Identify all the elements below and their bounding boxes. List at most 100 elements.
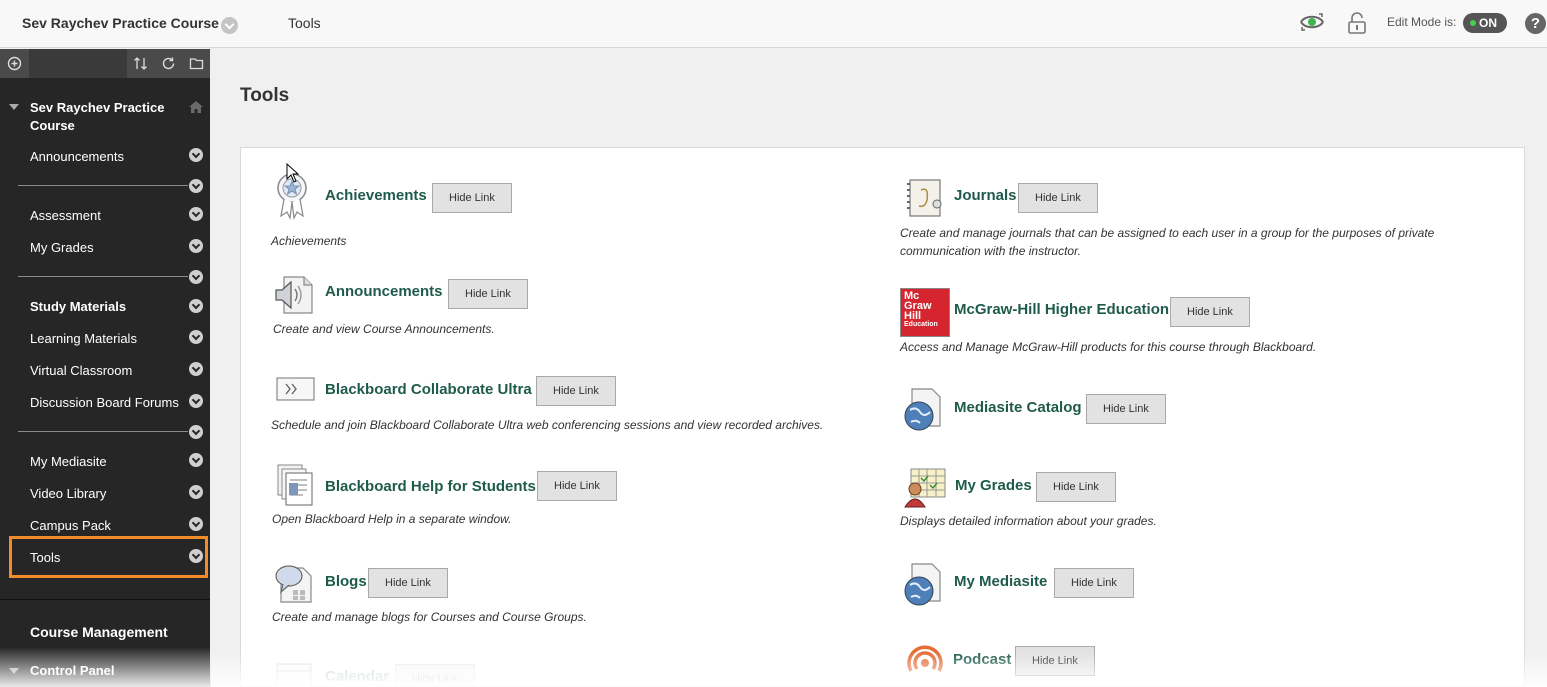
chevron-down-icon[interactable] — [189, 485, 203, 499]
tool-name-link[interactable]: McGraw-Hill Higher Education — [954, 301, 1169, 318]
edit-mode-label: Edit Mode is: — [1387, 15, 1457, 29]
sidebar-item-tools[interactable]: Tools — [30, 550, 60, 565]
tool-description-line: communication with the instructor. — [900, 244, 1081, 258]
tool-name-link[interactable]: My Mediasite — [954, 573, 1047, 590]
hide-link-button[interactable]: Hide Link — [536, 376, 616, 406]
tool-name-link[interactable]: Blogs — [325, 573, 367, 590]
chevron-down-icon[interactable] — [189, 453, 203, 467]
control-panel-heading[interactable]: Control Panel — [30, 663, 115, 678]
chevron-down-icon[interactable] — [189, 394, 203, 408]
globe-document-icon — [904, 563, 941, 606]
chevron-down-icon[interactable] — [189, 299, 203, 313]
sidebar-item-my-grades[interactable]: My Grades — [30, 240, 94, 255]
tool-description: Achievements — [271, 234, 347, 248]
chevron-down-icon[interactable] — [189, 425, 203, 439]
hide-link-button[interactable]: Hide Link — [1054, 568, 1134, 598]
tool-name-link[interactable]: Announcements — [325, 283, 443, 300]
course-management-heading: Course Management — [30, 624, 168, 640]
tool-name-link[interactable]: My Grades — [955, 477, 1032, 494]
course-menu-chevron-icon[interactable] — [221, 17, 238, 34]
podcast-icon — [907, 645, 943, 672]
tool-name-link[interactable]: Blackboard Help for Students — [325, 478, 536, 495]
sidebar-item-campus-pack[interactable]: Campus Pack — [30, 518, 111, 533]
logo-text: Education — [904, 321, 938, 328]
tool-description: Open Blackboard Help in a separate windo… — [272, 512, 512, 526]
tools-panel: Achievements Hide Link Achievements Anno… — [240, 147, 1525, 687]
collaborate-icon — [276, 377, 315, 401]
hide-link-button[interactable]: Hide Link — [537, 471, 617, 501]
tool-name-link[interactable]: Calendar — [325, 668, 389, 685]
hide-link-button[interactable]: Hide Link — [1086, 394, 1166, 424]
chevron-down-icon[interactable] — [189, 239, 203, 253]
refresh-icon[interactable] — [161, 56, 176, 71]
sidebar-item-announcements[interactable]: Announcements — [30, 149, 124, 164]
tool-description: Schedule and join Blackboard Collaborate… — [271, 418, 824, 432]
calendar-icon — [276, 663, 312, 687]
course-title[interactable]: Sev Raychev Practice Course — [22, 15, 219, 31]
chevron-down-icon[interactable] — [189, 270, 203, 284]
sidebar-item-virtual-classroom[interactable]: Virtual Classroom — [30, 363, 132, 378]
course-menu-sidebar: Sev Raychev Practice Course Announcement… — [0, 49, 210, 687]
student-preview-icon[interactable] — [1299, 11, 1325, 33]
sidebar-divider — [18, 431, 188, 432]
sidebar-divider — [18, 185, 188, 186]
tool-name-link[interactable]: Blackboard Collaborate Ultra — [325, 381, 532, 398]
logo-text: Hill — [904, 310, 922, 322]
sidebar-section-separator — [0, 599, 210, 600]
tool-description: Create and manage blogs for Courses and … — [272, 610, 587, 624]
collapse-triangle-icon[interactable] — [9, 668, 19, 674]
speaker-icon — [275, 276, 313, 314]
hide-link-button[interactable]: Hide Link — [395, 664, 475, 687]
home-icon[interactable] — [188, 100, 204, 114]
tool-description: Access and Manage McGraw-Hill products f… — [900, 340, 1317, 354]
hide-link-button[interactable]: Hide Link — [448, 279, 528, 309]
chevron-down-icon[interactable] — [189, 330, 203, 344]
help-documents-icon — [277, 464, 313, 506]
sidebar-divider — [18, 276, 188, 277]
menu-tool-group — [127, 49, 210, 78]
chevron-down-icon[interactable] — [189, 362, 203, 376]
lock-icon[interactable] — [1346, 11, 1368, 35]
plus-circle-icon — [7, 56, 22, 71]
menu-toolbar — [0, 49, 210, 78]
globe-document-icon — [904, 388, 941, 431]
reorder-icon[interactable] — [133, 56, 148, 71]
hide-link-button[interactable]: Hide Link — [368, 568, 448, 598]
breadcrumb: Tools — [288, 15, 321, 31]
tool-name-link[interactable]: Mediasite Catalog — [954, 399, 1082, 416]
help-icon[interactable]: ? — [1525, 13, 1546, 34]
chevron-down-icon[interactable] — [189, 179, 203, 193]
mcgraw-hill-logo: Mc Graw Hill Education — [900, 288, 950, 337]
grades-icon — [904, 468, 946, 508]
hide-link-button[interactable]: Hide Link — [1015, 646, 1095, 676]
sidebar-item-learning-materials[interactable]: Learning Materials — [30, 331, 137, 346]
hide-link-button[interactable]: Hide Link — [1018, 183, 1098, 213]
chevron-down-icon[interactable] — [189, 148, 203, 162]
tool-name-link[interactable]: Achievements — [325, 187, 427, 204]
tool-description: Displays detailed information about your… — [900, 514, 1157, 528]
sidebar-item-video-library[interactable]: Video Library — [30, 486, 106, 501]
add-menu-item-button[interactable] — [0, 49, 29, 78]
hide-link-button[interactable]: Hide Link — [1170, 297, 1250, 327]
folder-view-icon[interactable] — [189, 56, 204, 71]
sidebar-course-name[interactable]: Sev Raychev Practice Course — [30, 99, 180, 135]
tool-description: Create and view Course Announcements. — [273, 322, 495, 336]
tool-description-line: Create and manage journals that can be a… — [900, 226, 1435, 240]
blogs-icon — [275, 565, 312, 603]
chevron-down-icon[interactable] — [189, 207, 203, 221]
collapse-triangle-icon[interactable] — [9, 104, 19, 110]
hide-link-button[interactable]: Hide Link — [1036, 472, 1116, 502]
top-bar: Sev Raychev Practice Course Tools Edit M… — [0, 0, 1547, 48]
hide-link-button[interactable]: Hide Link — [432, 183, 512, 213]
tool-name-link[interactable]: Podcast — [953, 651, 1011, 668]
sidebar-item-my-mediasite[interactable]: My Mediasite — [30, 454, 107, 469]
mouse-cursor-icon — [286, 163, 300, 183]
sidebar-item-discussion-board-forums[interactable]: Discussion Board Forums — [30, 395, 179, 410]
chevron-down-icon[interactable] — [189, 549, 203, 563]
journal-icon — [907, 179, 942, 217]
chevron-down-icon[interactable] — [189, 517, 203, 531]
sidebar-item-study-materials[interactable]: Study Materials — [30, 299, 126, 314]
tool-name-link[interactable]: Journals — [954, 187, 1017, 204]
sidebar-item-assessment[interactable]: Assessment — [30, 208, 101, 223]
edit-mode-toggle[interactable]: ON — [1463, 13, 1507, 33]
